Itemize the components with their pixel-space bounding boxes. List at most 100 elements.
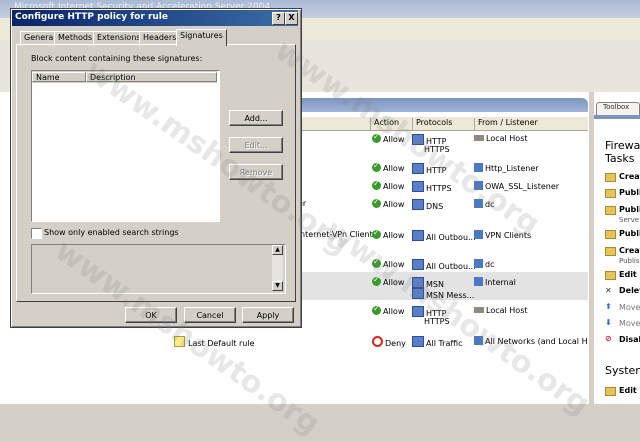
action-cell: Allow bbox=[383, 200, 405, 209]
move-down-icon: ⬇ bbox=[605, 318, 612, 327]
action-cell: Deny bbox=[385, 339, 406, 348]
remove-button[interactable]: Remove bbox=[229, 164, 283, 180]
show-only-enabled-label[interactable]: Show only enabled search strings bbox=[44, 228, 179, 237]
task-link[interactable]: Publi bbox=[619, 229, 640, 238]
column-name[interactable]: Name bbox=[32, 72, 86, 82]
allow-icon bbox=[372, 132, 381, 143]
task-icon bbox=[605, 230, 616, 239]
protocol-cell: MSN Mess... bbox=[426, 291, 475, 300]
search-strings-box bbox=[31, 244, 286, 294]
action-cell: Allow bbox=[383, 164, 405, 173]
from-cell: Local Host bbox=[486, 306, 528, 315]
task-link[interactable]: Creat bbox=[619, 246, 640, 255]
protocol-cell: All Traffic bbox=[426, 339, 463, 348]
signatures-list[interactable] bbox=[31, 70, 220, 222]
computer-icon bbox=[474, 199, 483, 208]
edit-icon bbox=[605, 387, 616, 396]
help-button[interactable]: ? bbox=[272, 12, 285, 25]
task-link[interactable]: Move bbox=[619, 319, 640, 328]
task-heading: Tasks bbox=[605, 152, 635, 165]
protocol-icon bbox=[412, 259, 424, 270]
deny-icon bbox=[372, 336, 383, 347]
from-cell: All Networks (and Local Host bbox=[485, 337, 600, 346]
task-sub: Serve bbox=[619, 216, 640, 224]
add-button[interactable]: Add... bbox=[229, 110, 283, 126]
protocol-icon bbox=[412, 230, 424, 241]
column-from-listener[interactable]: From / Listener bbox=[474, 118, 588, 130]
task-link[interactable]: Disab bbox=[619, 335, 640, 344]
move-up-icon: ⬆ bbox=[605, 302, 612, 311]
task-link[interactable]: Publi bbox=[619, 188, 640, 197]
from-cell: Internal bbox=[485, 278, 516, 287]
from-cell: dc bbox=[485, 200, 495, 209]
column-protocols[interactable]: Protocols bbox=[412, 118, 474, 130]
from-cell: Http_Listener bbox=[485, 164, 539, 173]
network-icon bbox=[474, 336, 483, 345]
task-icon bbox=[605, 189, 616, 198]
action-cell: Allow bbox=[383, 278, 405, 287]
protocol-cell: HTTPS bbox=[426, 184, 452, 193]
from-cell: Local Host bbox=[474, 134, 528, 143]
allow-icon bbox=[372, 275, 381, 286]
rule-row[interactable]: Last Default rule Deny All Traffic All N… bbox=[160, 333, 600, 349]
cancel-button[interactable]: Cancel bbox=[184, 307, 236, 323]
task-link[interactable]: Edit S bbox=[619, 386, 640, 395]
computer-icon bbox=[474, 259, 483, 268]
listener-icon bbox=[474, 163, 483, 172]
host-icon bbox=[474, 135, 484, 141]
host-icon bbox=[474, 307, 484, 313]
vpn-icon bbox=[474, 230, 483, 239]
protocol-icon bbox=[412, 336, 424, 347]
rule-icon bbox=[174, 336, 185, 347]
protocol-cell: HTTPS bbox=[424, 317, 450, 326]
from-cell: dc bbox=[485, 260, 495, 269]
task-link[interactable]: Edit S bbox=[619, 270, 640, 279]
protocol-icon bbox=[412, 163, 424, 174]
task-icon bbox=[605, 173, 616, 182]
tab-signatures[interactable]: Signatures bbox=[176, 29, 227, 46]
task-link[interactable]: Delet bbox=[619, 286, 640, 295]
show-only-enabled-checkbox[interactable] bbox=[31, 228, 42, 239]
protocol-icon bbox=[412, 288, 424, 299]
from-cell: VPN Clients bbox=[485, 231, 532, 240]
scroll-down-icon[interactable]: ▼ bbox=[272, 281, 283, 291]
edit-button[interactable]: Edit... bbox=[229, 137, 283, 153]
protocol-cell: All Outbou... bbox=[426, 233, 476, 242]
protocol-icon bbox=[412, 181, 424, 192]
tab-toolbox[interactable]: Toolbox bbox=[596, 102, 640, 115]
column-description[interactable]: Description bbox=[86, 72, 217, 82]
protocol-cell: HTTP bbox=[426, 166, 447, 175]
rule-name-cell: Last Default rule bbox=[188, 339, 255, 348]
task-icon bbox=[605, 206, 616, 215]
column-action[interactable]: Action bbox=[370, 118, 412, 130]
task-link[interactable]: Move bbox=[619, 303, 640, 312]
allow-icon bbox=[372, 197, 381, 208]
protocol-cell: DNS bbox=[426, 202, 444, 211]
allow-icon bbox=[372, 228, 381, 239]
task-heading: Systen bbox=[605, 364, 640, 377]
scroll-up-icon[interactable]: ▲ bbox=[272, 245, 283, 255]
action-cell: Allow bbox=[383, 307, 405, 316]
allow-icon bbox=[372, 179, 381, 190]
listener-icon bbox=[474, 181, 483, 190]
action-cell: Allow bbox=[372, 132, 404, 144]
disable-icon: ⊘ bbox=[605, 334, 612, 343]
action-cell: Allow bbox=[383, 182, 405, 191]
task-icon bbox=[605, 247, 616, 256]
allow-icon bbox=[372, 161, 381, 172]
task-link[interactable]: Creat bbox=[619, 172, 640, 181]
block-label: Block content containing these signature… bbox=[31, 54, 203, 63]
ok-button[interactable]: OK bbox=[125, 307, 177, 323]
dialog-title: Configure HTTP policy for rule bbox=[15, 12, 168, 22]
protocol-cell: All Outbou... bbox=[426, 262, 476, 271]
protocol-cell: HTTPS bbox=[424, 145, 450, 154]
protocol-icon bbox=[412, 277, 424, 288]
task-pane-band bbox=[594, 115, 640, 119]
close-button[interactable]: X bbox=[285, 12, 298, 25]
apply-button[interactable]: Apply bbox=[242, 307, 294, 323]
task-heading: Firewa bbox=[605, 139, 640, 152]
from-cell: OWA_SSL_Listener bbox=[485, 182, 560, 191]
task-link[interactable]: Publi bbox=[619, 205, 640, 214]
protocol-icon bbox=[412, 134, 424, 145]
task-sub: Publis bbox=[619, 257, 640, 265]
